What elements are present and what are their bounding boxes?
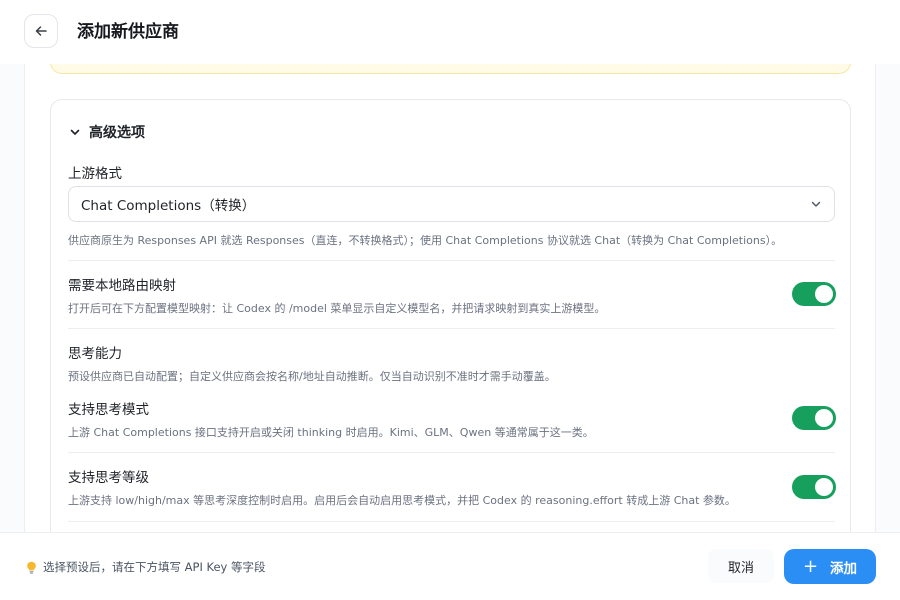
page: 添加新供应商 高级选项 上游格式 Chat Completions（转换） 供应… [0, 0, 900, 600]
arrow-left-icon [35, 26, 47, 36]
advanced-options-card: 高级选项 上游格式 Chat Completions（转换） 供应商原生为 Re… [50, 99, 851, 532]
divider [68, 452, 835, 453]
toggle-knob [815, 478, 833, 496]
chevron-down-icon [811, 201, 821, 207]
header: 添加新供应商 [0, 0, 900, 64]
plus-icon: + [802, 555, 819, 577]
advanced-options-title: 高级选项 [89, 125, 145, 141]
cancel-button[interactable]: 取消 [708, 549, 774, 583]
lightbulb-icon [27, 561, 36, 574]
thinking-level-label: 支持思考等级 [68, 470, 149, 486]
divider [68, 260, 835, 261]
thinking-capability-label: 思考能力 [68, 346, 122, 362]
page-title: 添加新供应商 [77, 22, 179, 42]
scroll-area[interactable]: 高级选项 上游格式 Chat Completions（转换） 供应商原生为 Re… [0, 64, 900, 532]
toggle-knob [815, 285, 833, 303]
local-routing-label: 需要本地路由映射 [68, 278, 176, 294]
add-button[interactable]: + 添加 [784, 549, 876, 584]
upstream-format-select[interactable]: Chat Completions（转换） [68, 186, 835, 222]
thinking-level-toggle[interactable] [792, 475, 836, 499]
back-button[interactable] [24, 14, 58, 48]
divider [68, 521, 835, 522]
thinking-mode-hint: 上游 Chat Completions 接口支持开启或关闭 thinking 时… [68, 426, 594, 439]
thinking-mode-label: 支持思考模式 [68, 402, 149, 418]
add-button-label: 添加 [830, 560, 858, 577]
footer-hint-text: 选择预设后，请在下方填写 API Key 等字段 [43, 560, 266, 574]
chevron-down-icon [70, 129, 80, 135]
advanced-options-toggle[interactable]: 高级选项 [69, 122, 145, 142]
upstream-format-hint: 供应商原生为 Responses API 就选 Responses（直连，不转换… [68, 234, 783, 247]
footer-hint: 选择预设后，请在下方填写 API Key 等字段 [26, 559, 266, 575]
form-panel: 高级选项 上游格式 Chat Completions（转换） 供应商原生为 Re… [24, 64, 876, 532]
warning-box [50, 64, 851, 74]
thinking-mode-toggle[interactable] [792, 406, 836, 430]
toggle-knob [815, 409, 833, 427]
footer: 选择预设后，请在下方填写 API Key 等字段 取消 + 添加 [0, 532, 900, 600]
local-routing-toggle[interactable] [792, 282, 836, 306]
upstream-format-value: Chat Completions（转换） [81, 198, 256, 214]
divider [68, 328, 835, 329]
upstream-format-label: 上游格式 [68, 166, 122, 182]
thinking-capability-hint: 预设供应商已自动配置；自定义供应商会按名称/地址自动推断。仅当自动识别不准时才需… [68, 370, 556, 383]
local-routing-hint: 打开后可在下方配置模型映射：让 Codex 的 /model 菜单显示自定义模型… [68, 302, 606, 315]
thinking-level-hint: 上游支持 low/high/max 等思考深度控制时启用。启用后会自动启用思考模… [68, 494, 736, 507]
